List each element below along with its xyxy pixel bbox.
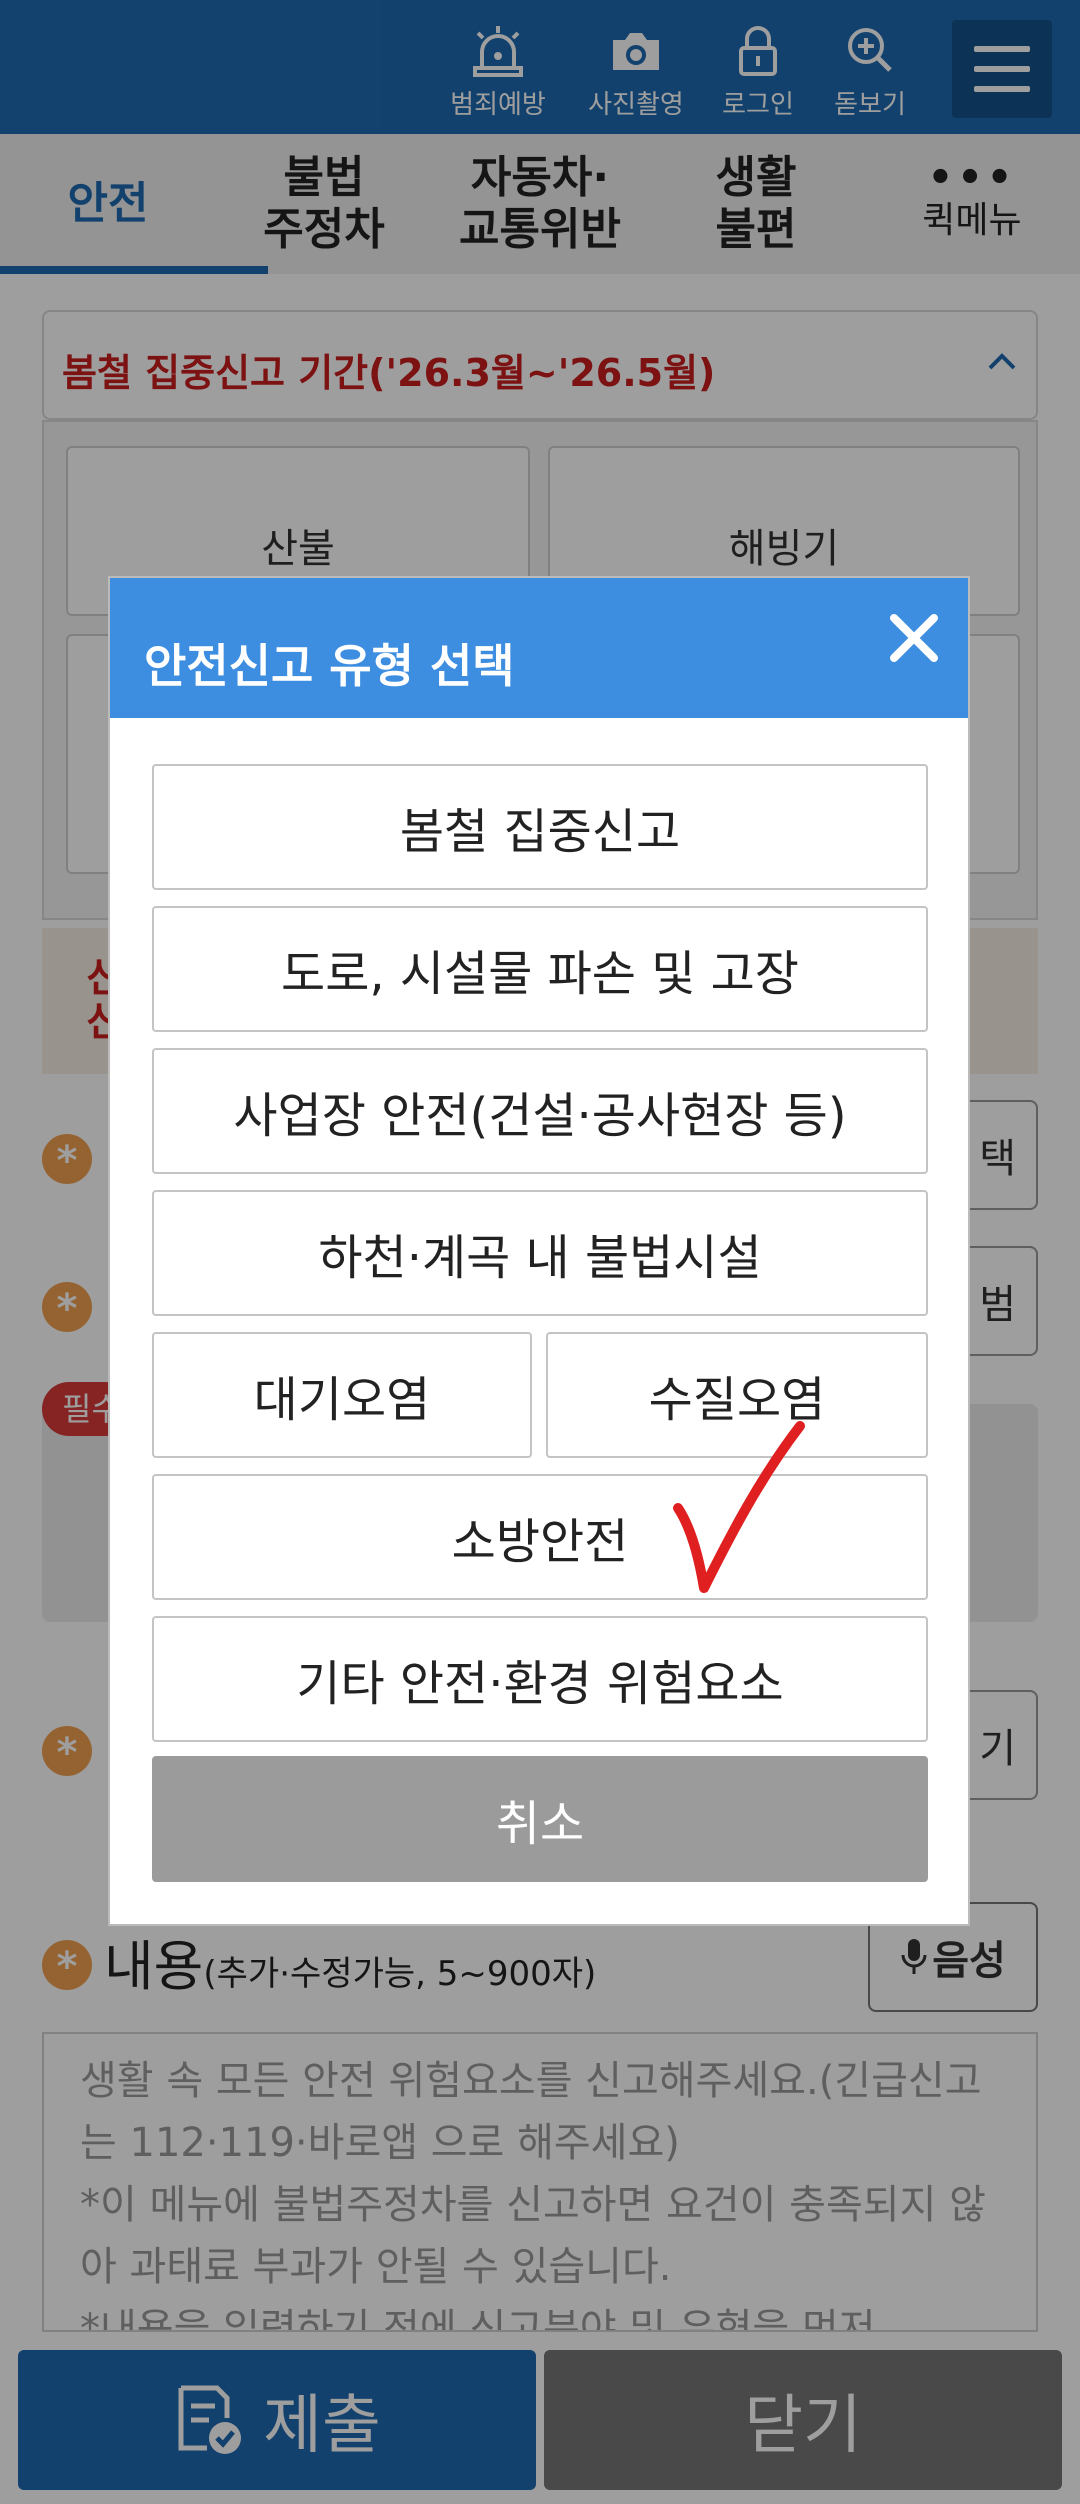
option-air-pollution-label: 대기오염 bbox=[253, 1372, 431, 1428]
modal-header: 안전신고 유형 선택 bbox=[110, 578, 968, 718]
option-other-hazards-label: 기타 안전·환경 위험요소 bbox=[296, 1656, 784, 1712]
option-other-hazards[interactable]: 기타 안전·환경 위험요소 bbox=[152, 1616, 928, 1742]
cancel-button[interactable]: 취소 bbox=[152, 1756, 928, 1882]
option-road-facility-damage[interactable]: 도로, 시설물 파손 및 고장 bbox=[152, 906, 928, 1032]
option-water-pollution-label: 수질오염 bbox=[648, 1372, 826, 1428]
option-workplace-safety[interactable]: 사업장 안전(건설·공사현장 등) bbox=[152, 1048, 928, 1174]
option-fire-safety-label: 소방안전 bbox=[451, 1514, 629, 1570]
option-water-pollution[interactable]: 수질오염 bbox=[546, 1332, 928, 1458]
option-river-illegal-facility[interactable]: 하천·계곡 내 불법시설 bbox=[152, 1190, 928, 1316]
cancel-label: 취소 bbox=[495, 1796, 585, 1852]
option-spring-report-label: 봄철 집중신고 bbox=[399, 804, 681, 860]
option-fire-safety[interactable]: 소방안전 bbox=[152, 1474, 928, 1600]
option-workplace-safety-label: 사업장 안전(건설·공사현장 등) bbox=[233, 1088, 847, 1144]
safety-report-type-modal: 안전신고 유형 선택 봄철 집중신고 도로, 시설물 파손 및 고장 사업장 안… bbox=[108, 576, 970, 1926]
close-icon[interactable] bbox=[884, 608, 944, 668]
option-spring-report[interactable]: 봄철 집중신고 bbox=[152, 764, 928, 890]
modal-title: 안전신고 유형 선택 bbox=[144, 639, 515, 693]
option-air-pollution[interactable]: 대기오염 bbox=[152, 1332, 532, 1458]
option-river-illegal-facility-label: 하천·계곡 내 불법시설 bbox=[318, 1230, 762, 1286]
option-road-facility-damage-label: 도로, 시설물 파손 및 고장 bbox=[281, 946, 799, 1002]
